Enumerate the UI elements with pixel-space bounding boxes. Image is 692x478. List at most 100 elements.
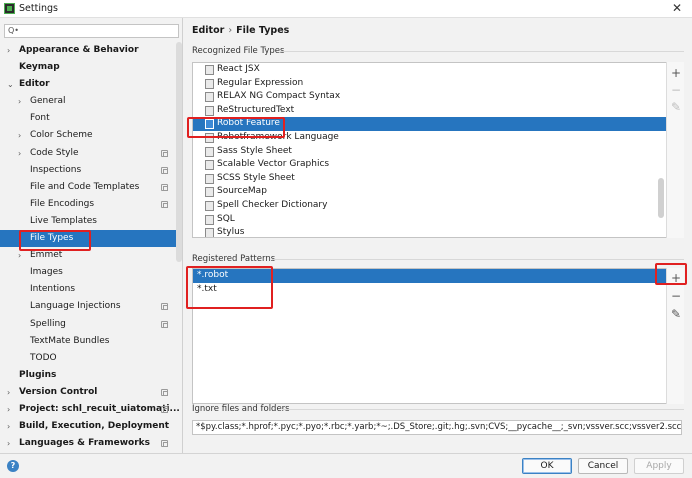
list-item[interactable]: ReStructuredText: [193, 104, 667, 118]
file-type-icon: [205, 173, 214, 184]
ignore-files-label: Ignore files and folders: [192, 404, 290, 414]
close-icon[interactable]: ✕: [672, 1, 682, 15]
list-item-label: ReStructuredText: [217, 104, 295, 115]
pattern-item-txt[interactable]: *.txt: [193, 283, 667, 297]
sidebar-item-label: TODO: [30, 352, 57, 363]
help-icon[interactable]: ?: [7, 460, 19, 472]
sidebar-item-spelling[interactable]: Spelling: [0, 316, 176, 333]
list-item-label: Robotframework Language: [217, 131, 339, 142]
pattern-item-robot[interactable]: *.robot: [193, 269, 667, 283]
sidebar-item-images[interactable]: Images: [0, 264, 176, 281]
sidebar-item-plugins[interactable]: Plugins: [0, 367, 176, 384]
sidebar-item-intentions[interactable]: Intentions: [0, 281, 176, 298]
remove-pattern-button[interactable]: −: [667, 288, 685, 304]
sidebar-item-label: Color Scheme: [30, 130, 93, 141]
list-item-label: React JSX: [217, 64, 260, 74]
list-item[interactable]: Robotframework Language: [193, 131, 667, 145]
apply-button[interactable]: Apply: [634, 458, 684, 474]
section-divider: [272, 259, 684, 260]
file-type-icon: [205, 119, 214, 130]
edit-pattern-button[interactable]: ✎: [667, 306, 685, 322]
list-item-label: Sass Style Sheet: [217, 145, 292, 156]
sidebar-item-todo[interactable]: TODO: [0, 350, 176, 367]
project-scope-icon: [161, 388, 168, 396]
chevron-right-icon: ›: [7, 404, 11, 414]
breadcrumb: Editor › File Types: [192, 25, 289, 36]
list-item-label: SourceMap: [217, 186, 267, 197]
list-item-robot-feature[interactable]: Robot Feature: [193, 117, 667, 131]
sidebar-item-font[interactable]: Font: [0, 110, 176, 127]
sidebar-item-textmate-bundles[interactable]: TextMate Bundles: [0, 333, 176, 350]
list-item[interactable]: Spell Checker Dictionary: [193, 199, 667, 213]
sidebar-item-languages[interactable]: › Languages & Frameworks: [0, 435, 176, 452]
app-icon: [4, 3, 15, 14]
cancel-button[interactable]: Cancel: [578, 458, 628, 474]
file-type-icon: [205, 78, 214, 89]
sidebar-item-label: Keymap: [19, 62, 60, 73]
sidebar-item-inspections[interactable]: Inspections: [0, 162, 176, 179]
project-scope-icon: [161, 149, 168, 157]
chevron-right-icon: ›: [7, 46, 11, 55]
title-bar: Settings ✕: [0, 0, 692, 18]
chevron-right-icon: ›: [18, 131, 22, 141]
add-pattern-button[interactable]: +: [667, 270, 685, 286]
list-item[interactable]: Stylus: [193, 226, 667, 237]
recognized-file-types-label: Recognized File Types: [192, 46, 285, 56]
sidebar-item-color-scheme[interactable]: › Color Scheme: [0, 127, 176, 144]
section-divider: [280, 51, 684, 52]
sidebar-item-emmet[interactable]: › Emmet: [0, 247, 176, 264]
sidebar-item-label: Font: [30, 113, 50, 124]
file-types-scrollbar[interactable]: [658, 178, 664, 218]
file-type-icon: [205, 146, 214, 157]
sidebar-item-language-injections[interactable]: Language Injections: [0, 298, 176, 315]
list-item[interactable]: SCSS Style Sheet: [193, 172, 667, 186]
list-item-label: Regular Expression: [217, 77, 304, 88]
recognized-file-types-list[interactable]: React JSX Regular Expression RELAX NG Co…: [192, 62, 668, 238]
list-item[interactable]: SQL: [193, 213, 667, 227]
ignore-files-input[interactable]: *$py.class;*.hprof;*.pyc;*.pyo;*.rbc;*.y…: [192, 420, 682, 435]
sidebar-item-appearance[interactable]: › Appearance & Behavior: [0, 42, 176, 59]
list-item[interactable]: Regular Expression: [193, 77, 667, 91]
list-item[interactable]: SourceMap: [193, 185, 667, 199]
sidebar-item-label: Appearance & Behavior: [19, 45, 139, 55]
add-file-type-button[interactable]: +: [667, 65, 685, 81]
sidebar-item-file-code-templates[interactable]: File and Code Templates: [0, 179, 176, 196]
chevron-right-icon: ›: [18, 148, 22, 158]
sidebar-item-code-style[interactable]: › Code Style: [0, 145, 176, 162]
sidebar-item-editor[interactable]: ⌄ Editor: [0, 76, 176, 93]
project-scope-icon: [161, 320, 168, 328]
breadcrumb-parent: Editor: [192, 25, 225, 36]
sidebar-item-file-encodings[interactable]: File Encodings: [0, 196, 176, 213]
list-item[interactable]: RELAX NG Compact Syntax: [193, 90, 667, 104]
settings-search-input[interactable]: Q•: [4, 24, 179, 38]
section-divider: [282, 409, 684, 410]
remove-file-type-button[interactable]: −: [667, 82, 685, 98]
list-item[interactable]: React JSX: [193, 63, 667, 77]
sidebar-item-version-control[interactable]: › Version Control: [0, 384, 176, 401]
sidebar-scrollbar[interactable]: [176, 42, 182, 262]
sidebar-item-label: Live Templates: [30, 215, 97, 226]
file-type-icon: [205, 132, 214, 143]
sidebar-item-label: Spelling: [30, 318, 66, 329]
settings-sidebar: Q• › Appearance & Behavior Keymap ⌄ Editor…: [0, 18, 183, 453]
file-types-toolbar: + − ✎: [666, 62, 684, 238]
project-scope-icon: [161, 440, 168, 448]
list-item[interactable]: Sass Style Sheet: [193, 145, 667, 159]
sidebar-item-label: Inspections: [30, 164, 82, 175]
pattern-label: *.robot: [197, 270, 229, 280]
sidebar-item-keymap[interactable]: Keymap: [0, 59, 176, 76]
sidebar-item-general[interactable]: › General: [0, 93, 176, 110]
sidebar-item-file-types[interactable]: File Types: [0, 230, 176, 248]
sidebar-item-label: File Encodings: [30, 198, 95, 209]
sidebar-item-live-templates[interactable]: Live Templates: [0, 213, 176, 230]
sidebar-item-label: General: [30, 96, 66, 107]
ok-button[interactable]: OK: [522, 458, 572, 474]
registered-patterns-list[interactable]: *.robot *.txt: [192, 268, 668, 404]
sidebar-item-project[interactable]: › Project: schl_recuit_uiatomati...: [0, 401, 180, 418]
list-item[interactable]: Scalable Vector Graphics: [193, 158, 667, 172]
project-scope-icon: [161, 200, 168, 208]
sidebar-item-build[interactable]: › Build, Execution, Deployment: [0, 418, 176, 435]
list-item-label: Scalable Vector Graphics: [217, 159, 330, 170]
file-type-icon: [205, 228, 214, 237]
edit-file-type-button[interactable]: ✎: [667, 99, 685, 115]
